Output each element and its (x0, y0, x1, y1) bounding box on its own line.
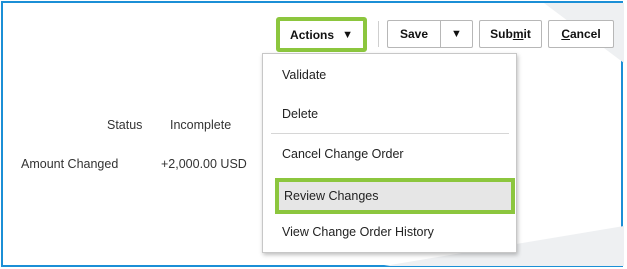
actions-dropdown-menu: Validate Delete Cancel Change Order Revi… (262, 53, 517, 253)
submit-button-label: Submit (490, 27, 531, 41)
chevron-down-icon: ▼ (451, 28, 462, 40)
menu-item-delete[interactable]: Delete (263, 101, 516, 127)
menu-item-validate[interactable]: Validate (263, 62, 516, 88)
menu-item-cancel-change-order[interactable]: Cancel Change Order (263, 141, 516, 167)
actions-button[interactable]: Actions ▼ (276, 17, 367, 52)
amount-changed-label: Amount Changed (21, 157, 119, 171)
cancel-button-label: Cancel (561, 27, 601, 41)
chevron-down-icon: ▼ (342, 28, 353, 41)
cancel-button[interactable]: Cancel (548, 20, 614, 48)
status-value: Incomplete (170, 118, 232, 132)
toolbar-separator (378, 21, 379, 47)
actions-button-label: Actions (290, 27, 335, 42)
menu-divider (271, 133, 509, 134)
status-label: Status (107, 118, 143, 132)
amount-changed-value: +2,000.00 USD (161, 157, 247, 171)
menu-item-review-changes[interactable]: Review Changes (275, 178, 515, 214)
save-button-label: Save (399, 27, 429, 41)
save-options-button[interactable]: ▼ (440, 20, 473, 48)
menu-item-view-change-order-history[interactable]: View Change Order History (263, 219, 516, 245)
submit-button[interactable]: Submit (479, 20, 542, 48)
save-button[interactable]: Save (387, 20, 440, 48)
